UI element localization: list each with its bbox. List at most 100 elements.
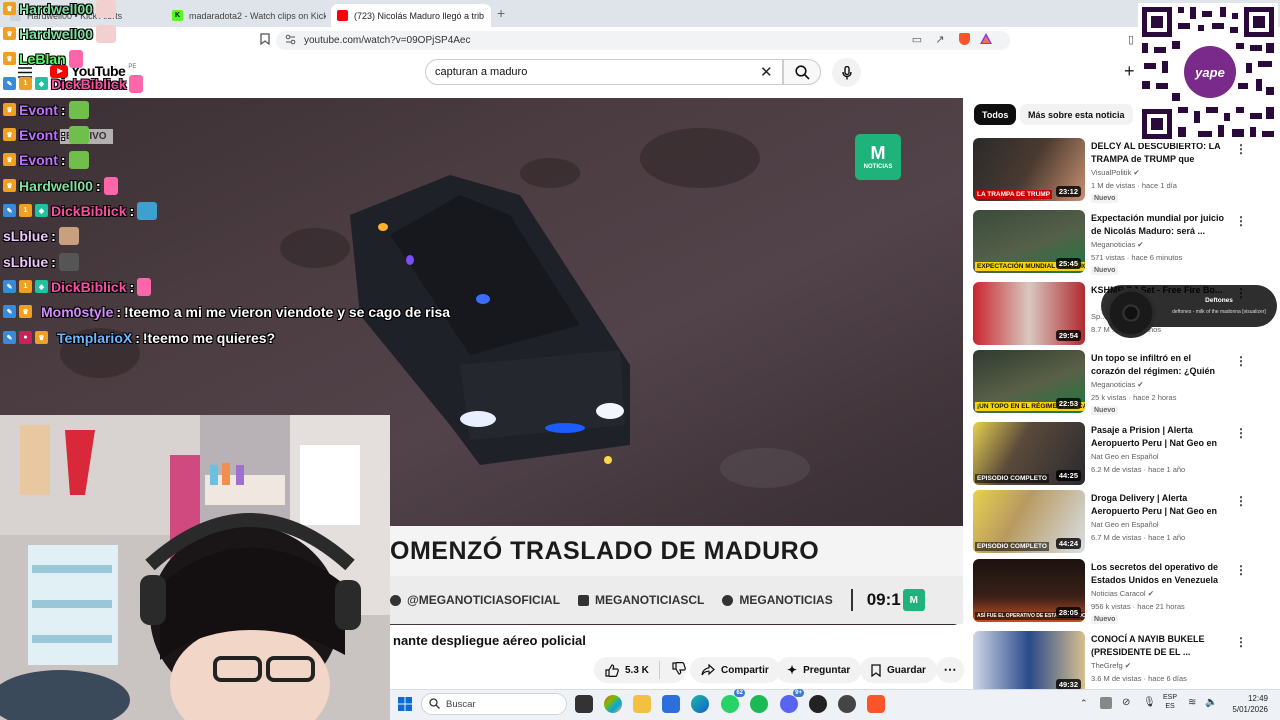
clear-search-icon[interactable]: ✕ <box>760 63 773 81</box>
whatsapp-icon[interactable]: 62 <box>721 689 745 713</box>
windows-start-icon[interactable] <box>398 697 412 716</box>
bookmark-icon[interactable] <box>258 33 272 47</box>
address-bar[interactable]: youtube.com/watch?v=09OPjSP4Aec <box>276 31 1010 50</box>
new-tab-button[interactable]: + <box>497 5 505 21</box>
vip-badge-icon: ◆ <box>35 204 48 217</box>
moderator-badge-icon: ✎ <box>3 305 16 318</box>
channel-name[interactable]: VisualPolitik ✔ <box>1091 168 1140 177</box>
more-options-icon[interactable]: ⋮ <box>1235 495 1247 507</box>
tray-overflow-icon[interactable]: ⌃ <box>1080 698 1088 709</box>
chat-username: DickBiblick <box>51 278 127 295</box>
recommendation-item[interactable]: LA TRAMPA DE TRUMP 23:12 DELCY AL DESCUB… <box>973 138 1273 203</box>
channel-name[interactable]: Noticias Caracol ✔ <box>1091 589 1154 598</box>
video-thumbnail[interactable]: EXPECTACIÓN MUNDIAL POR JUICIO A MADURO … <box>973 210 1085 273</box>
language-indicator[interactable]: ESP ES <box>1163 693 1177 711</box>
video-thumbnail[interactable]: 49:32 <box>973 631 1085 689</box>
video-title[interactable]: Pasaje a Prision | Alerta Aeropuerto Per… <box>1091 424 1227 450</box>
video-title[interactable]: CONOCÍ A NAYIB BUKELE (PRESIDENTE DE EL … <box>1091 633 1227 659</box>
rewards-icon[interactable] <box>979 33 993 47</box>
recommendation-item[interactable]: 49:32 CONOCÍ A NAYIB BUKELE (PRESIDENTE … <box>973 631 1273 689</box>
video-title[interactable]: Un topo se infiltró en el corazón del ré… <box>1091 352 1227 378</box>
channel-name[interactable]: Meganoticias ✔ <box>1091 380 1144 389</box>
more-options-icon[interactable]: ⋮ <box>1235 215 1247 227</box>
video-thumbnail[interactable]: 29:54 <box>973 282 1085 345</box>
brave-shield-icon[interactable] <box>957 33 971 47</box>
browser-tab-3[interactable]: (723) Nicolás Maduro llegó a trib ✕ <box>331 4 491 27</box>
obs-icon[interactable] <box>809 695 827 713</box>
channel-name[interactable]: Meganoticias ✔ <box>1091 240 1144 249</box>
wifi-icon[interactable]: ≋ <box>1188 697 1196 708</box>
share-label: Compartir <box>721 664 769 676</box>
thumbs-down-icon <box>672 662 686 675</box>
edge-icon[interactable] <box>691 695 709 713</box>
video-texture <box>720 448 810 488</box>
chip-more-news[interactable]: Más sobre esta noticia <box>1020 104 1133 125</box>
microphone-icon[interactable]: 🎙 <box>1143 697 1156 708</box>
video-thumbnail[interactable]: ASÍ FUE EL OPERATIVO DE ESTADOS UNIDOS E… <box>973 559 1085 622</box>
ticker-item: MEGANOTICIAS <box>722 593 850 607</box>
task-view-icon[interactable] <box>575 695 593 713</box>
file-explorer-icon[interactable] <box>633 695 651 713</box>
video-title[interactable]: Los secretos del operativo de Estados Un… <box>1091 561 1227 587</box>
cast-icon[interactable]: ▭ <box>910 33 924 47</box>
app-icon[interactable] <box>838 695 856 713</box>
video-duration: 22:53 <box>1055 398 1081 409</box>
video-thumbnail[interactable]: EPISODIO COMPLETO 44:24 <box>973 490 1085 553</box>
video-thumbnail[interactable]: EPISODIO COMPLETO 44:25 <box>973 422 1085 485</box>
tray-app-icon[interactable] <box>1100 697 1112 709</box>
save-button[interactable]: Guardar <box>860 657 937 683</box>
share-page-icon[interactable]: ↗ <box>933 33 947 47</box>
more-options-icon[interactable]: ⋮ <box>1235 636 1247 648</box>
recommendation-item[interactable]: ASÍ FUE EL OPERATIVO DE ESTADOS UNIDOS E… <box>973 559 1273 624</box>
voice-search-button[interactable] <box>832 58 861 87</box>
ask-button[interactable]: ✦ Preguntar <box>776 657 862 683</box>
discord-icon[interactable]: 9+ <box>780 689 804 713</box>
news-lower-third: OMENZÓ TRASLADO DE MADURO <box>390 526 963 576</box>
taskbar-search[interactable]: Buscar <box>421 693 567 715</box>
recommendation-item[interactable]: EPISODIO COMPLETO 44:24 Droga Delivery |… <box>973 490 1273 554</box>
kick-favicon: K <box>172 10 183 21</box>
notification-count: 62 <box>734 689 745 697</box>
video-thumbnail[interactable]: LA TRAMPA DE TRUMP 23:12 <box>973 138 1085 201</box>
volume-icon[interactable]: 🔈 <box>1205 697 1217 708</box>
video-title[interactable]: DELCY AL DESCUBIERTO: LA TRAMPA de TRUMP… <box>1091 140 1227 166</box>
like-button[interactable]: 5.3 K <box>594 657 686 683</box>
recommendation-item[interactable]: EPISODIO COMPLETO 44:25 Pasaje a Prision… <box>973 422 1273 486</box>
search-input[interactable]: capturan a maduro <box>425 59 783 85</box>
more-options-icon[interactable]: ⋮ <box>1235 355 1247 367</box>
recommendation-item[interactable]: EXPECTACIÓN MUNDIAL POR JUICIO A MADURO … <box>973 210 1273 275</box>
video-title[interactable]: Droga Delivery | Alerta Aeropuerto Peru … <box>1091 492 1227 518</box>
chat-separator: : <box>129 202 135 219</box>
channel-name[interactable]: Nat Geo en Español <box>1091 452 1159 461</box>
share-button[interactable]: Compartir <box>690 657 780 683</box>
browser-tab-2[interactable]: K madaradota2 - Watch clips on Kick <box>166 4 326 27</box>
spotify-icon[interactable] <box>750 695 768 713</box>
network-icon[interactable]: ⊘ <box>1122 697 1130 708</box>
yape-logo: yape <box>1184 46 1236 98</box>
video-title[interactable]: Expectación mundial por juicio de Nicolá… <box>1091 212 1227 238</box>
more-options-icon[interactable]: ⋮ <box>1235 564 1247 576</box>
emote-icon <box>103 176 118 195</box>
region-code: PE <box>128 64 137 70</box>
recommendation-item[interactable]: ¡UN TOPO EN EL RÉGIMEN! ASÍ CAYÓ NICOLÁS… <box>973 350 1273 415</box>
more-actions-button[interactable]: ⋯ <box>936 657 964 683</box>
more-options-icon[interactable]: ⋮ <box>1235 427 1247 439</box>
channel-name[interactable]: Nat Geo en Español <box>1091 520 1159 529</box>
chat-username: DickBiblick <box>51 75 127 92</box>
video-thumbnail[interactable]: ¡UN TOPO EN EL RÉGIMEN! ASÍ CAYÓ NICOLÁS… <box>973 350 1085 413</box>
sidebar-toggle-icon[interactable]: ▯ <box>1124 33 1138 47</box>
channel-name[interactable]: TheGrefg ✔ <box>1091 661 1131 670</box>
search-button[interactable] <box>783 59 821 85</box>
create-icon[interactable]: + <box>1124 61 1135 82</box>
video-duration: 29:54 <box>1055 330 1081 341</box>
webcam-feed <box>0 415 390 720</box>
verified-icon: ✔ <box>1147 589 1154 598</box>
more-options-icon[interactable]: ⋮ <box>1235 143 1247 155</box>
brave-icon[interactable] <box>867 695 885 713</box>
site-info-icon[interactable] <box>285 34 296 48</box>
system-clock[interactable]: 12:49 5/01/2026 <box>1228 693 1268 715</box>
dislike-button[interactable] <box>672 662 686 678</box>
copilot-icon[interactable] <box>604 695 622 713</box>
store-icon[interactable] <box>662 695 680 713</box>
chip-all[interactable]: Todos <box>974 104 1017 125</box>
